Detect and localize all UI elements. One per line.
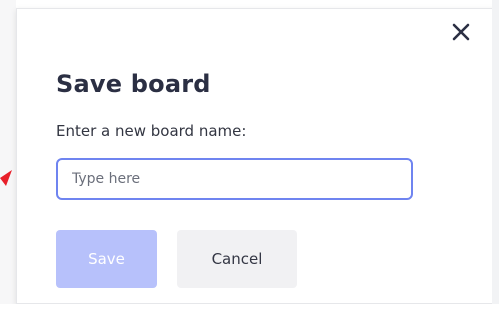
save-button[interactable]: Save xyxy=(56,230,157,288)
close-icon[interactable] xyxy=(450,21,472,43)
dialog-title: Save board xyxy=(56,70,211,98)
background-left xyxy=(0,0,16,313)
annotation-arrow-icon xyxy=(0,170,12,186)
board-name-label: Enter a new board name: xyxy=(56,122,247,140)
background-bottom xyxy=(0,304,499,313)
cancel-button[interactable]: Cancel xyxy=(177,230,297,288)
screen: Save board Enter a new board name: Save … xyxy=(0,0,499,313)
board-name-input[interactable] xyxy=(56,158,413,200)
background-right xyxy=(492,0,499,313)
